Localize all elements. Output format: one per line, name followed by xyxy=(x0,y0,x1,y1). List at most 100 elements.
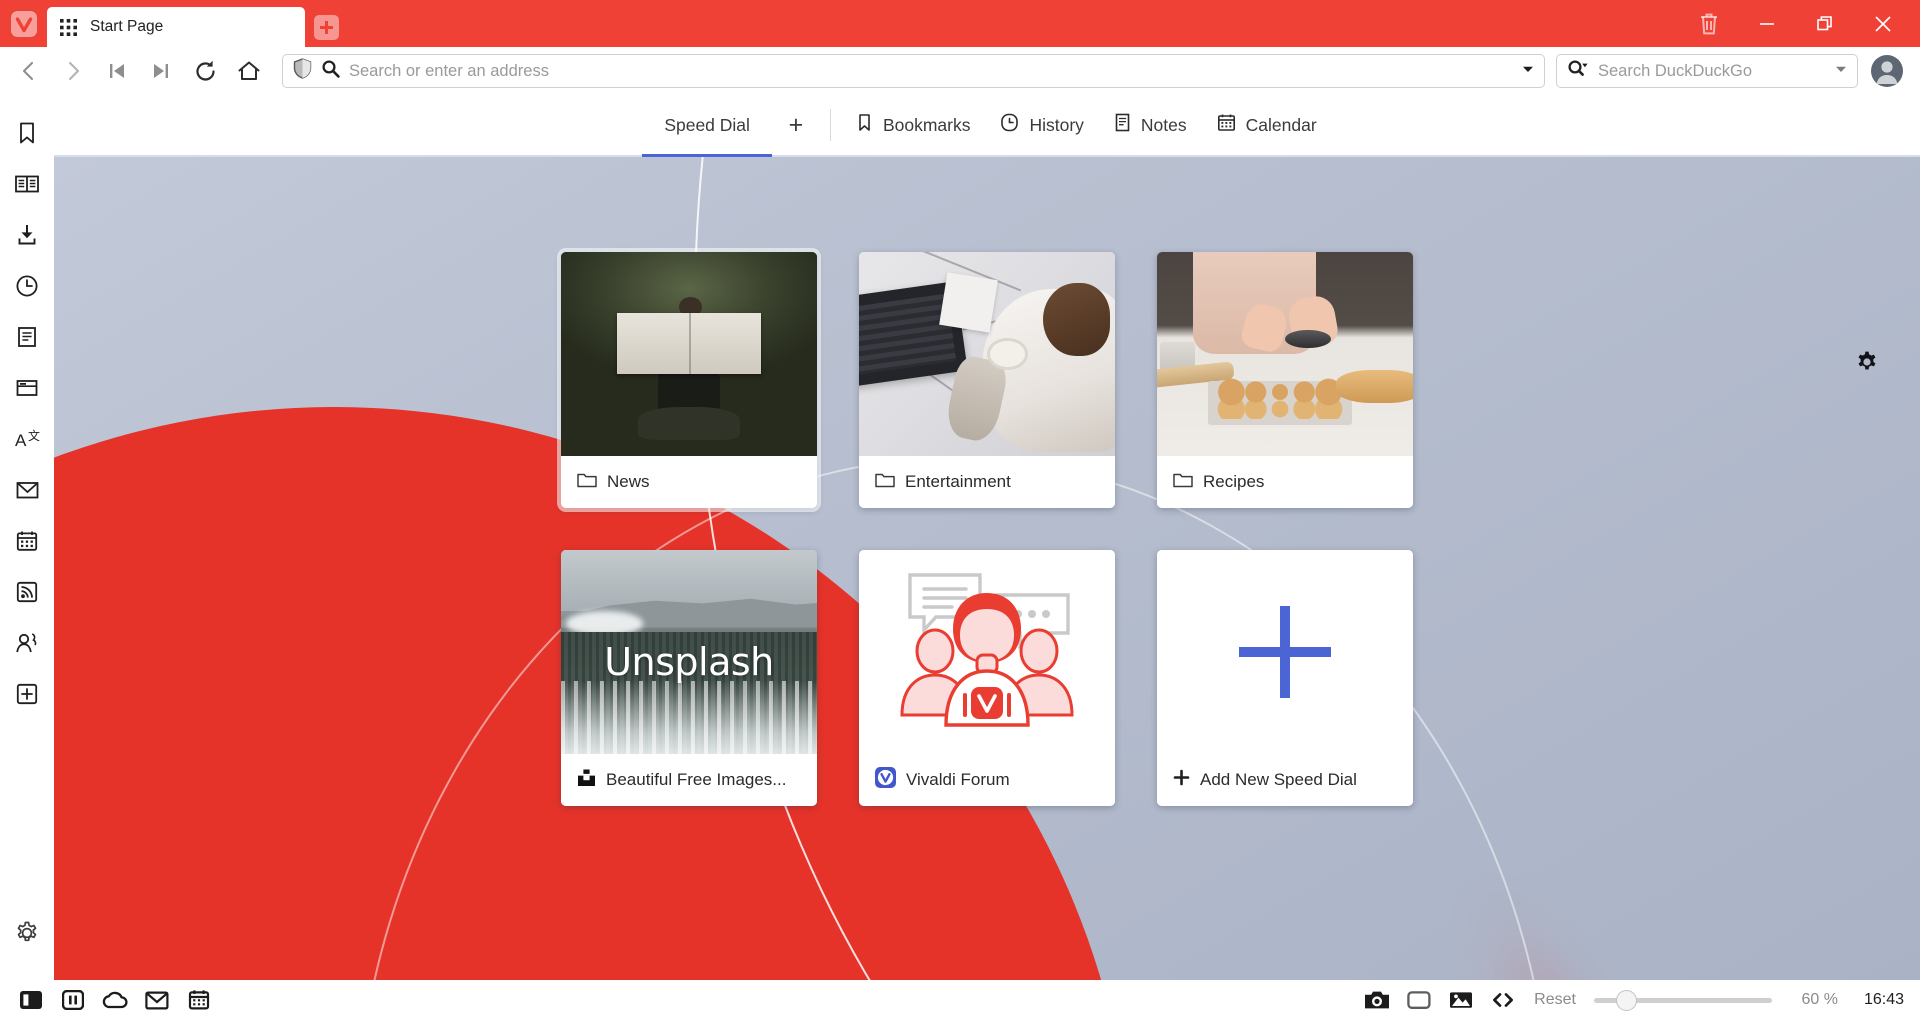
sidebar-item-add-web-panel[interactable] xyxy=(0,668,54,719)
sidebar-item-bookmarks[interactable] xyxy=(0,107,54,158)
zoom-slider[interactable] xyxy=(1593,989,1772,1011)
search-input[interactable]: Search DuckDuckGo xyxy=(1598,62,1824,81)
tab-calendar[interactable]: Calendar xyxy=(1202,95,1332,155)
dial-vivaldi-forum[interactable]: Vivaldi Forum xyxy=(859,550,1115,806)
sidebar-item-translate[interactable]: A 文 xyxy=(0,413,54,464)
dial-news[interactable]: News xyxy=(557,248,821,512)
tab-start-page[interactable]: Start Page xyxy=(47,7,305,47)
fast-forward-icon xyxy=(154,64,168,78)
plus-icon xyxy=(313,14,339,40)
plus-box-icon xyxy=(16,683,38,704)
zoom-reset-button[interactable]: Reset xyxy=(1524,991,1586,1009)
sync-button[interactable] xyxy=(94,983,136,1017)
vivaldi-menu-button[interactable] xyxy=(0,0,47,47)
panel-toggle-button[interactable] xyxy=(10,983,52,1017)
back-button[interactable] xyxy=(8,51,50,91)
capture-page-button[interactable] xyxy=(1356,983,1398,1017)
speed-dial-settings-button[interactable] xyxy=(1852,347,1882,377)
dial-caption: Entertainment xyxy=(859,456,1115,508)
tab-bookmarks[interactable]: Bookmarks xyxy=(841,95,986,155)
unsplash-wordmark: Unsplash xyxy=(604,639,774,684)
sidebar-item-calendar[interactable] xyxy=(0,515,54,566)
close-button[interactable] xyxy=(1854,0,1912,47)
forward-button[interactable] xyxy=(52,51,94,91)
trash-icon xyxy=(1701,13,1717,34)
status-clock: 16:43 xyxy=(1863,991,1904,1008)
developer-tools-icon xyxy=(1493,993,1514,1007)
profile-button[interactable] xyxy=(1864,49,1910,93)
plus-icon xyxy=(1239,606,1331,698)
add-speed-dial-group-button[interactable]: + xyxy=(772,95,820,155)
bookmark-icon xyxy=(20,122,34,143)
tab-speed-dial[interactable]: Speed Dial xyxy=(642,95,772,157)
mail-status-button[interactable] xyxy=(136,983,178,1017)
page-actions-button[interactable] xyxy=(1398,983,1440,1017)
dial-thumbnail xyxy=(1157,550,1413,754)
rewind-button[interactable] xyxy=(96,51,138,91)
avatar xyxy=(1871,55,1903,87)
new-tab-button[interactable] xyxy=(305,7,347,47)
tab-speed-dial-label: Speed Dial xyxy=(664,114,750,135)
home-button[interactable] xyxy=(228,51,270,91)
forum-illustration xyxy=(859,550,1115,754)
unsplash-icon xyxy=(577,769,596,792)
images-toggle-button[interactable] xyxy=(1440,983,1482,1017)
dial-add-new[interactable]: Add New Speed Dial xyxy=(1157,550,1413,806)
speed-dial-grid: News Entertainment Recipes Unsplash Beau… xyxy=(557,248,1413,806)
zoom-slider-handle[interactable] xyxy=(1615,989,1637,1011)
chevron-right-icon xyxy=(68,61,80,81)
sidebar-item-history[interactable] xyxy=(0,260,54,311)
minimize-button[interactable] xyxy=(1738,0,1796,47)
dial-unsplash[interactable]: Unsplash Beautiful Free Images... xyxy=(561,550,817,806)
tab-bookmarks-label: Bookmarks xyxy=(882,114,971,135)
fast-forward-button[interactable] xyxy=(140,51,182,91)
tab-tiling-button[interactable] xyxy=(52,983,94,1017)
sidebar-item-mail[interactable] xyxy=(0,464,54,515)
sidebar-item-notes[interactable] xyxy=(0,311,54,362)
dial-recipes[interactable]: Recipes xyxy=(1157,252,1413,508)
search-dropdown-button[interactable] xyxy=(1833,61,1849,82)
address-dropdown-button[interactable] xyxy=(1520,61,1536,82)
address-input[interactable]: Search or enter an address xyxy=(349,62,1511,81)
status-bar: Reset 60 % 16:43 xyxy=(0,980,1920,1020)
shield-icon[interactable] xyxy=(293,58,312,84)
sidebar-item-downloads[interactable] xyxy=(0,209,54,260)
search-bar[interactable]: Search DuckDuckGo xyxy=(1556,54,1858,88)
news-photo xyxy=(561,252,817,456)
sidebar-item-feeds[interactable] xyxy=(0,566,54,617)
sidebar-item-reading-list[interactable] xyxy=(0,158,54,209)
trash-button[interactable] xyxy=(1680,0,1738,47)
tab-history-label: History xyxy=(1029,114,1084,135)
search-engine-icon[interactable] xyxy=(1567,59,1589,83)
tab-notes[interactable]: Notes xyxy=(1099,95,1202,155)
sidebar-item-contacts[interactable] xyxy=(0,617,54,668)
calendar-status-button[interactable] xyxy=(178,983,220,1017)
vivaldi-logo-icon xyxy=(10,10,37,37)
dial-caption: Recipes xyxy=(1157,456,1413,508)
reload-button[interactable] xyxy=(184,51,226,91)
calendar-icon xyxy=(1217,113,1236,137)
maximize-icon xyxy=(1817,15,1832,30)
rss-icon xyxy=(16,581,38,602)
dial-thumbnail xyxy=(1157,252,1413,456)
sidebar-item-window[interactable] xyxy=(0,362,54,413)
tab-history[interactable]: History xyxy=(985,95,1098,155)
address-bar[interactable]: Search or enter an address xyxy=(282,54,1545,88)
tab-notes-label: Notes xyxy=(1140,114,1187,135)
dial-title: Beautiful Free Images... xyxy=(606,770,787,789)
window-icon xyxy=(16,379,38,396)
minimize-icon xyxy=(1760,22,1774,25)
sidebar-item-settings[interactable] xyxy=(0,907,54,958)
reload-icon xyxy=(195,60,215,80)
folder-icon xyxy=(577,471,597,493)
book-icon xyxy=(15,175,39,192)
note-icon xyxy=(18,326,36,347)
developer-tools-button[interactable] xyxy=(1482,983,1524,1017)
maximize-button[interactable] xyxy=(1796,0,1854,47)
gear-icon xyxy=(1858,351,1876,370)
tab-bar-empty-space[interactable] xyxy=(347,7,1680,47)
dial-entertainment[interactable]: Entertainment xyxy=(859,252,1115,508)
dial-thumbnail xyxy=(859,252,1115,456)
dial-title: Add New Speed Dial xyxy=(1200,770,1357,789)
plus-icon: + xyxy=(788,110,804,139)
